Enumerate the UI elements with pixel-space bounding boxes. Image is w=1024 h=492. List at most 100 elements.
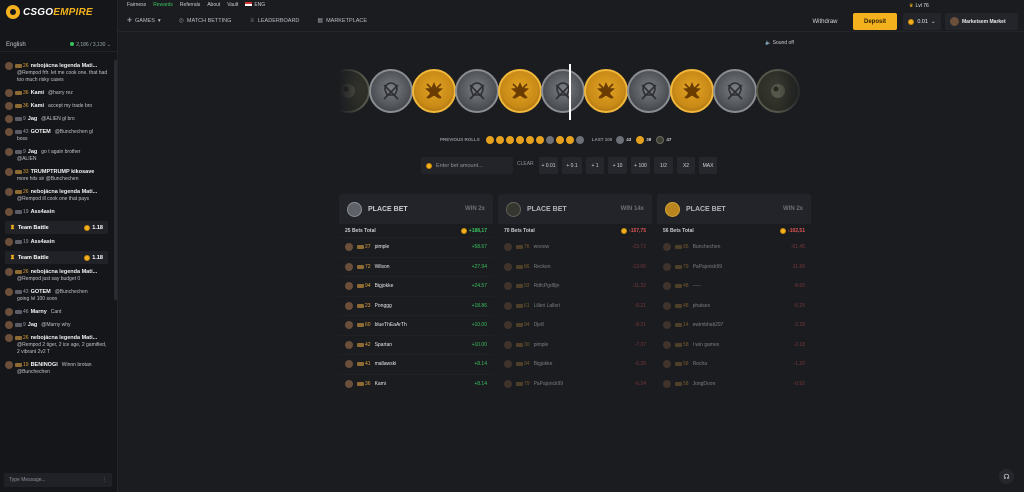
chat-username[interactable]: Jag (28, 149, 37, 155)
top-link-fairness[interactable]: Fairness (127, 2, 146, 8)
support-headset-icon[interactable]: ☊ (999, 469, 1014, 484)
bet-username[interactable]: PaPajorick99 (534, 381, 563, 387)
level-badge[interactable]: ♛ Lvl 76 (909, 1, 944, 10)
top-link-about[interactable]: About (207, 2, 220, 8)
bet-button[interactable]: + 0.01 (539, 157, 558, 174)
nav-leaderboard[interactable]: ♕ LEADERBOARD (249, 17, 299, 25)
avatar[interactable] (504, 379, 512, 388)
avatar[interactable] (5, 102, 13, 110)
avatar[interactable] (5, 128, 13, 136)
place-bet-header[interactable]: PLACE BET WIN 2x (339, 194, 493, 224)
top-link-referrals[interactable]: Referrals (180, 2, 200, 8)
bet-username[interactable]: Spartan (375, 342, 393, 348)
chat-username[interactable]: nebojácna legenda Mati... (31, 63, 98, 69)
avatar[interactable] (5, 115, 13, 123)
nav-games[interactable]: ✚ GAMES ▾ (127, 17, 161, 25)
avatar[interactable] (504, 360, 512, 369)
bet-username[interactable]: Kami (375, 381, 386, 387)
bet-username[interactable]: phatsex (693, 303, 711, 309)
chat-username[interactable]: GOTEM (31, 129, 51, 135)
bet-username[interactable]: pimple (534, 342, 549, 348)
place-bet-header[interactable]: PLACE BET WIN 2x (657, 194, 811, 224)
bet-username[interactable]: mallawski (375, 361, 397, 367)
avatar[interactable] (345, 340, 353, 349)
avatar[interactable] (5, 208, 13, 216)
bet-button[interactable]: + 100 (631, 157, 650, 174)
team-battle-card[interactable]: ♜ Team Battle 1.18 (5, 251, 108, 264)
bet-button[interactable]: + 10 (608, 157, 627, 174)
chat-username[interactable]: GOTEM (31, 289, 51, 295)
avatar[interactable] (5, 308, 13, 316)
language-select[interactable]: English (6, 42, 26, 48)
language-menu[interactable]: ENG (245, 2, 265, 8)
bet-username[interactable]: Wilson (375, 264, 390, 270)
bet-username[interactable]: Lilleri Lalleri (534, 303, 560, 309)
avatar[interactable] (5, 321, 13, 329)
chat-username[interactable]: TRUMPTRUMP kikosave (31, 169, 95, 175)
bet-username[interactable]: Bigjokke (375, 283, 394, 289)
avatar[interactable] (504, 301, 512, 310)
avatar[interactable] (663, 321, 671, 330)
avatar[interactable] (5, 148, 13, 156)
chat-username[interactable]: BENINOGI (31, 362, 58, 368)
deposit-button[interactable]: Deposit (853, 13, 897, 30)
nav-marketplace[interactable]: ▦ MARKETPLACE (317, 17, 367, 25)
avatar[interactable] (504, 243, 512, 252)
avatar[interactable] (5, 188, 13, 196)
sound-toggle[interactable]: 🔈 Sound off (765, 40, 794, 46)
avatar[interactable] (663, 243, 671, 252)
chat-username[interactable]: Jag (28, 116, 37, 122)
chat-username[interactable]: nebojácna legenda Mati... (31, 269, 98, 275)
bet-button[interactable]: + 1 (586, 157, 604, 174)
avatar[interactable] (663, 360, 671, 369)
bet-username[interactable]: Bunchechen (693, 244, 721, 250)
bet-username[interactable]: blueThEaArTh (375, 322, 407, 328)
avatar[interactable] (5, 62, 13, 70)
bet-username[interactable]: JongDoon (693, 381, 716, 387)
avatar[interactable] (345, 282, 353, 291)
avatar[interactable] (663, 340, 671, 349)
nav-match-betting[interactable]: ◎ MATCH BETTING (179, 17, 232, 25)
avatar[interactable] (504, 340, 512, 349)
chat-username[interactable]: Kami (31, 103, 44, 109)
bet-username[interactable]: Ponggg (375, 303, 392, 309)
avatar[interactable] (504, 282, 512, 291)
bet-username[interactable]: ----- (693, 283, 701, 289)
avatar[interactable] (345, 321, 353, 330)
chat-username[interactable]: nebojácna legenda Mati... (31, 189, 98, 195)
top-link-rewards[interactable]: Rewards (153, 2, 173, 8)
bet-button[interactable]: 1/2 (654, 157, 673, 174)
logo[interactable]: CSGOEMPIRE (6, 5, 93, 19)
chat-username[interactable]: Ass4asin (31, 209, 55, 215)
avatar[interactable] (345, 243, 353, 252)
bet-username[interactable]: Recken (534, 264, 551, 270)
more-icon[interactable]: ⋮ (102, 477, 107, 483)
chat-username[interactable]: Marny (31, 309, 47, 315)
avatar[interactable] (345, 262, 353, 271)
avatar[interactable] (345, 379, 353, 388)
team-battle-card[interactable]: ♜ Team Battle 1.18 (5, 221, 108, 234)
bet-button[interactable]: + 0.1 (562, 157, 582, 174)
avatar[interactable] (5, 89, 13, 97)
bet-button[interactable]: X2 (677, 157, 695, 174)
chat-username[interactable]: nebojácna legenda Mati... (31, 335, 98, 341)
chat-scrollbar[interactable] (114, 60, 117, 300)
avatar[interactable] (663, 262, 671, 271)
chat-input[interactable]: Type Message... ⋮ (4, 473, 112, 487)
online-count[interactable]: 2,186 / 3,130 ⌄ (70, 41, 111, 48)
avatar[interactable] (5, 238, 13, 246)
bet-username[interactable]: pimple (375, 244, 390, 250)
balance-dropdown[interactable]: 0.01 ⌄ (903, 13, 941, 30)
bet-amount-input[interactable]: Enter bet amount... (421, 157, 513, 174)
profile-menu[interactable]: Marketsem Market (945, 13, 1018, 30)
withdraw-button[interactable]: Withdraw (806, 14, 844, 29)
avatar[interactable] (5, 361, 13, 369)
bet-username[interactable]: Rocha (693, 361, 707, 367)
avatar[interactable] (504, 321, 512, 330)
bet-username[interactable]: Bigjokke (534, 361, 553, 367)
bet-username[interactable]: wooow (534, 244, 550, 250)
avatar[interactable] (5, 288, 13, 296)
avatar[interactable] (5, 334, 13, 342)
avatar[interactable] (5, 268, 13, 276)
bet-username[interactable]: ewimbhati297 (693, 322, 724, 328)
